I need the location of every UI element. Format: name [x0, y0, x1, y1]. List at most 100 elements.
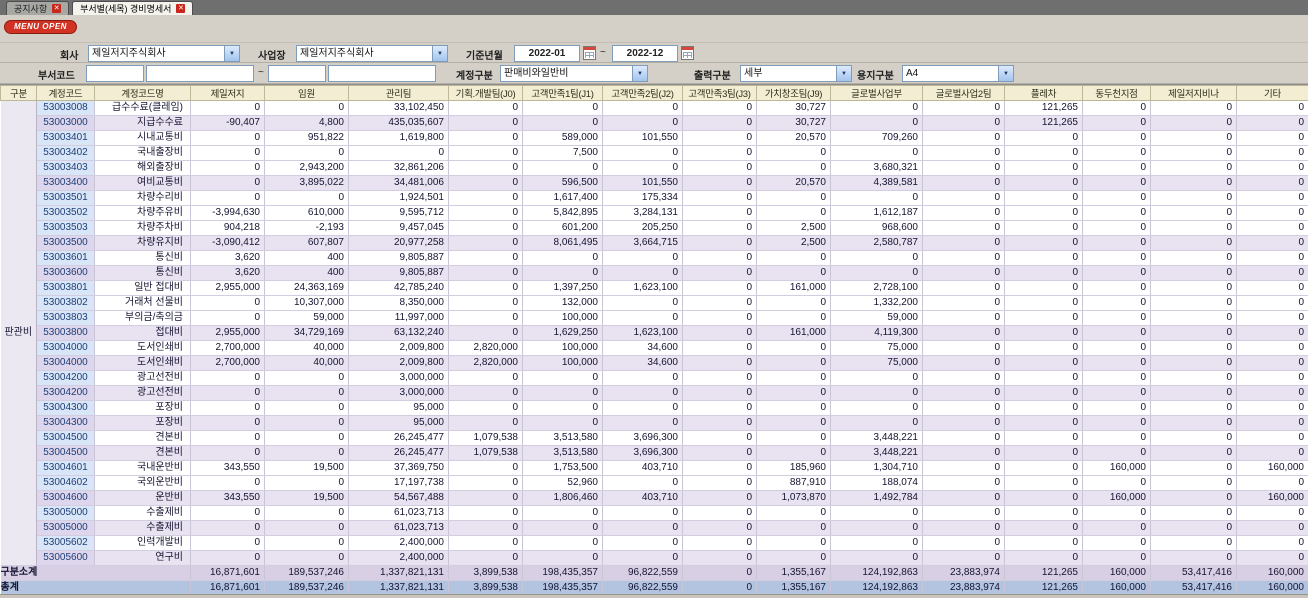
- amount-cell[interactable]: 8,061,495: [522, 235, 603, 251]
- amount-cell[interactable]: 8,350,000: [348, 295, 449, 311]
- amount-cell[interactable]: 30,727: [756, 115, 831, 131]
- amount-cell[interactable]: 0: [756, 385, 831, 401]
- column-header[interactable]: 기획.개발팀(J0): [448, 85, 523, 101]
- account-name-cell[interactable]: 통신비: [94, 250, 191, 266]
- amount-cell[interactable]: 0: [830, 505, 923, 521]
- amount-cell[interactable]: 0: [1004, 235, 1083, 251]
- amount-cell[interactable]: 0: [922, 160, 1005, 176]
- amount-cell[interactable]: 0: [756, 340, 831, 356]
- amount-cell[interactable]: 20,570: [756, 130, 831, 146]
- amount-cell[interactable]: 0: [448, 205, 523, 221]
- account-code-cell[interactable]: 53003502: [36, 205, 95, 221]
- amount-cell[interactable]: 63,132,240: [348, 325, 449, 341]
- amount-cell[interactable]: 9,805,887: [348, 265, 449, 281]
- amount-cell[interactable]: -90,407: [190, 115, 265, 131]
- account-name-cell[interactable]: 인력개발비: [94, 535, 191, 551]
- amount-cell[interactable]: 0: [922, 400, 1005, 416]
- amount-cell[interactable]: 37,369,750: [348, 460, 449, 476]
- amount-cell[interactable]: 0: [190, 310, 265, 326]
- amount-cell[interactable]: 160,000: [1082, 460, 1151, 476]
- amount-cell[interactable]: 0: [1082, 115, 1151, 131]
- amount-cell[interactable]: 0: [922, 475, 1005, 491]
- account-name-cell[interactable]: 일반 접대비: [94, 280, 191, 296]
- amount-cell[interactable]: 0: [1150, 205, 1237, 221]
- amount-cell[interactable]: 0: [1082, 520, 1151, 536]
- amount-cell[interactable]: 887,910: [756, 475, 831, 491]
- amount-cell[interactable]: 0: [1004, 250, 1083, 266]
- table-row[interactable]: 53004602 국외운반비 0 0 17,197,738 0 52,960 0 0 887,91…: [0, 475, 1308, 491]
- amount-cell[interactable]: 3,000,000: [348, 385, 449, 401]
- amount-cell[interactable]: 0: [830, 190, 923, 206]
- amount-cell[interactable]: 0: [1150, 490, 1237, 506]
- amount-cell[interactable]: 343,550: [190, 460, 265, 476]
- amount-cell[interactable]: 589,000: [522, 130, 603, 146]
- amount-cell[interactable]: 75,000: [830, 355, 923, 371]
- amount-cell[interactable]: 0: [1004, 415, 1083, 431]
- amount-cell[interactable]: 11,997,000: [348, 310, 449, 326]
- amount-cell[interactable]: 0: [1236, 340, 1308, 356]
- amount-cell[interactable]: 3,664,715: [602, 235, 683, 251]
- amount-cell[interactable]: 0: [922, 280, 1005, 296]
- amount-cell[interactable]: 0: [922, 325, 1005, 341]
- amount-cell[interactable]: 0: [602, 160, 683, 176]
- amount-cell[interactable]: 0: [1236, 235, 1308, 251]
- amount-cell[interactable]: 2,820,000: [448, 340, 523, 356]
- amount-cell[interactable]: 0: [348, 145, 449, 161]
- account-code-cell[interactable]: 53003801: [36, 280, 95, 296]
- amount-cell[interactable]: 0: [190, 130, 265, 146]
- amount-cell[interactable]: 95,000: [348, 400, 449, 416]
- account-name-cell[interactable]: 차량유지비: [94, 235, 191, 251]
- amount-cell[interactable]: 0: [602, 250, 683, 266]
- amount-cell[interactable]: 0: [756, 250, 831, 266]
- amount-cell[interactable]: 0: [522, 265, 603, 281]
- amount-cell[interactable]: 0: [1004, 355, 1083, 371]
- tab-expense-report[interactable]: 부서별(세목) 경비명세서 ✕: [72, 1, 194, 15]
- table-row[interactable]: 53005000 수출제비 0 0 61,023,713 0 0 0 0 0 0 0 0 0 0 0: [0, 505, 1308, 521]
- table-row[interactable]: 53003803 부의금/축의금 0 59,000 11,997,000 0 100,000…: [0, 310, 1308, 326]
- table-row[interactable]: 53003503 차량주차비 904,218 -2,193 9,457,045 0 601,…: [0, 220, 1308, 236]
- amount-cell[interactable]: 0: [682, 205, 757, 221]
- amount-cell[interactable]: 0: [830, 385, 923, 401]
- amount-cell[interactable]: 0: [190, 475, 265, 491]
- amount-cell[interactable]: 0: [922, 415, 1005, 431]
- amount-cell[interactable]: 0: [1082, 190, 1151, 206]
- amount-cell[interactable]: 4,800: [264, 115, 349, 131]
- amount-cell[interactable]: 0: [1004, 340, 1083, 356]
- table-row[interactable]: 53004300 포장비 0 0 95,000 0 0 0 0 0 0 0 0 0 0 0: [0, 400, 1308, 416]
- amount-cell[interactable]: 0: [190, 505, 265, 521]
- amount-cell[interactable]: 96,822,559: [602, 565, 683, 581]
- amount-cell[interactable]: 0: [1236, 355, 1308, 371]
- amount-cell[interactable]: 0: [1082, 535, 1151, 551]
- column-header[interactable]: 고객만족3팀(J3): [682, 85, 757, 101]
- amount-cell[interactable]: 0: [756, 535, 831, 551]
- amount-cell[interactable]: 0: [1150, 235, 1237, 251]
- amount-cell[interactable]: 0: [264, 550, 349, 566]
- amount-cell[interactable]: 0: [1236, 475, 1308, 491]
- amount-cell[interactable]: 0: [756, 190, 831, 206]
- amount-cell[interactable]: 0: [602, 370, 683, 386]
- amount-cell[interactable]: 0: [1082, 310, 1151, 326]
- amount-cell[interactable]: 0: [190, 175, 265, 191]
- amount-cell[interactable]: 124,192,863: [830, 565, 923, 581]
- account-name-cell[interactable]: 지급수수료: [94, 115, 191, 131]
- amount-cell[interactable]: 0: [1236, 160, 1308, 176]
- account-name-cell[interactable]: 포장비: [94, 400, 191, 416]
- table-row[interactable]: 53003801 일반 접대비 2,955,000 24,363,169 42,785,…: [0, 280, 1308, 296]
- amount-cell[interactable]: 34,481,006: [348, 175, 449, 191]
- amount-cell[interactable]: 0: [756, 415, 831, 431]
- amount-cell[interactable]: 0: [1004, 325, 1083, 341]
- amount-cell[interactable]: 0: [264, 100, 349, 116]
- column-header[interactable]: 글로벌사업2팀: [922, 85, 1005, 101]
- amount-cell[interactable]: 188,074: [830, 475, 923, 491]
- account-name-cell[interactable]: 거래처 선물비: [94, 295, 191, 311]
- tab-close-icon[interactable]: ✕: [176, 4, 186, 13]
- amount-cell[interactable]: 160,000: [1082, 580, 1151, 594]
- tab-close-icon[interactable]: ✕: [52, 4, 62, 13]
- account-code-cell[interactable]: 53003500: [36, 235, 95, 251]
- amount-cell[interactable]: 0: [922, 100, 1005, 116]
- column-header[interactable]: 구분: [0, 85, 37, 101]
- account-code-cell[interactable]: 53004000: [36, 340, 95, 356]
- menu-open-button[interactable]: MENU OPEN: [4, 20, 77, 34]
- amount-cell[interactable]: 0: [1082, 100, 1151, 116]
- column-header[interactable]: 고객만족1팀(J1): [522, 85, 603, 101]
